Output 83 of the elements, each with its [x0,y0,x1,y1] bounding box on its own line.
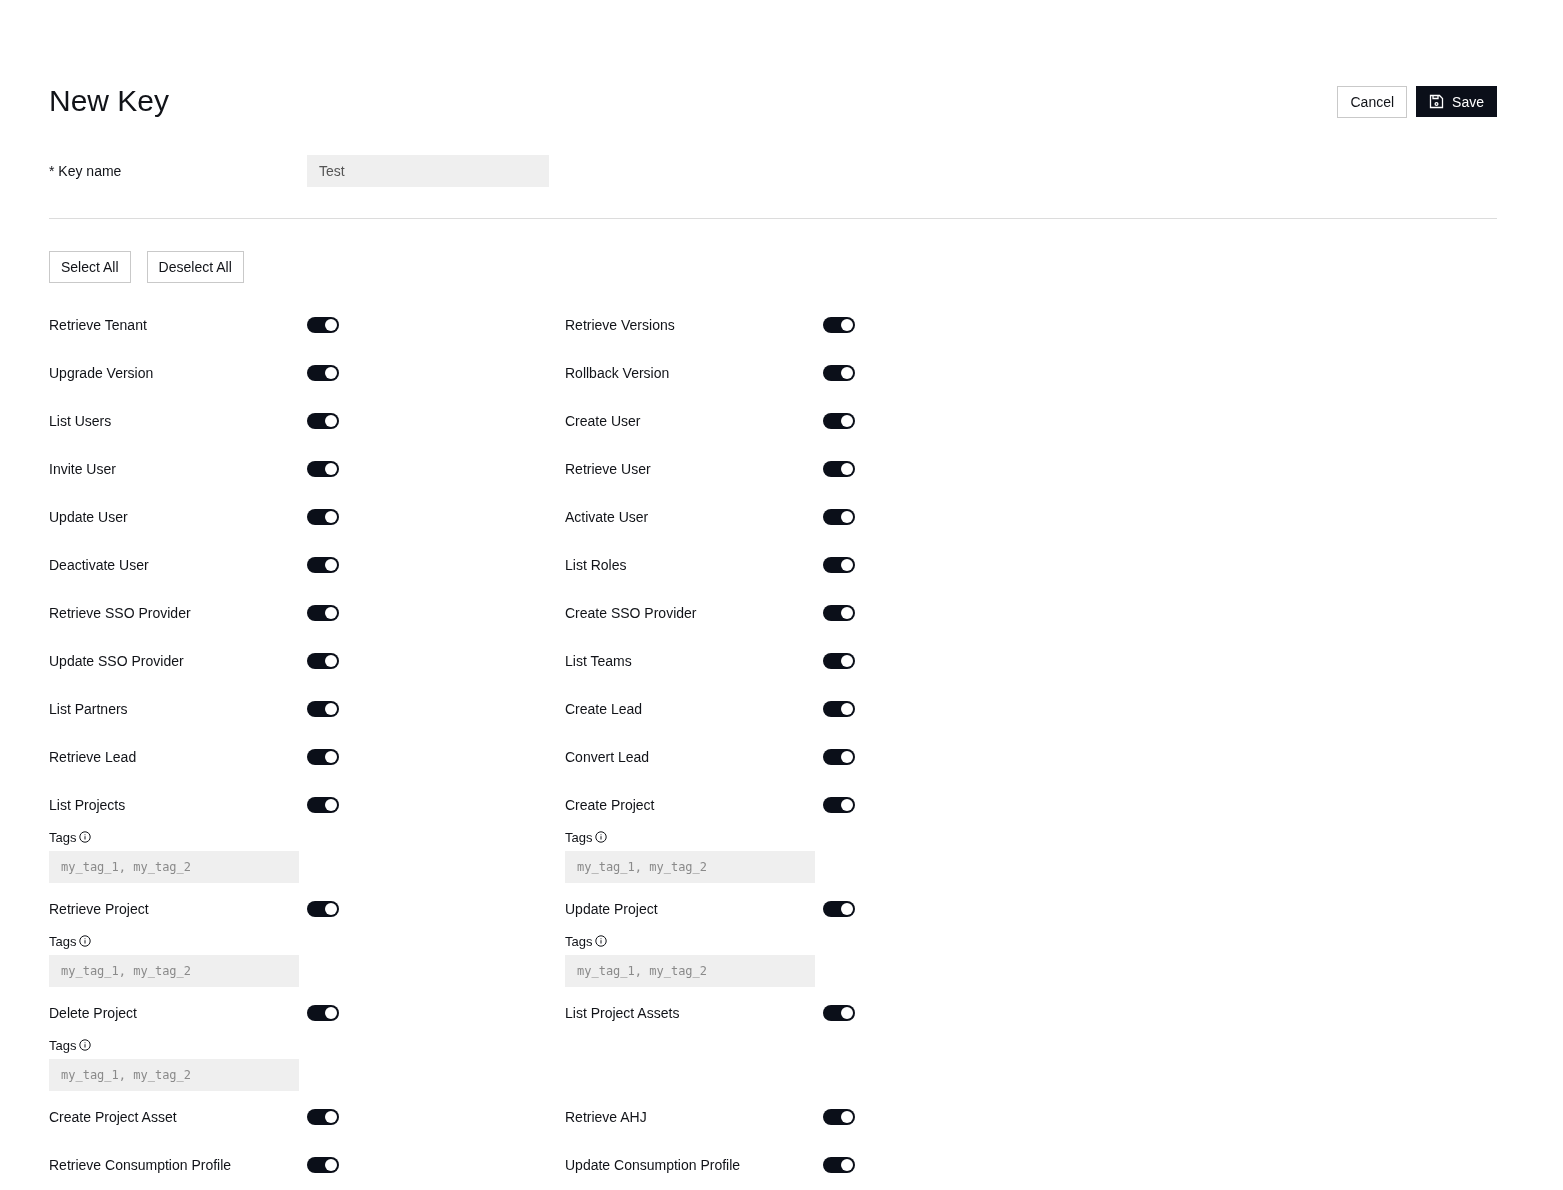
key-name-field[interactable]: Test [307,155,549,187]
tags-field[interactable]: my_tag_1, my_tag_2 [565,851,815,883]
toggle-switch[interactable] [307,1005,339,1021]
field-label: * Key name [49,163,123,179]
permission-label: Activate User [565,509,650,525]
toggle-switch[interactable] [307,901,339,917]
permission-label: Create User [565,413,642,429]
permission-label: Delete Project [49,1005,138,1021]
permission-label: List Partners [49,701,129,717]
tags-label: Tags [49,933,77,949]
tags-field[interactable]: my_tag_1, my_tag_2 [565,955,815,987]
toggle-switch[interactable] [307,701,339,717]
permission-label: Update Project [565,901,659,917]
save-icon [1429,94,1445,109]
save-button[interactable]: Save [1416,86,1497,117]
toggle-switch[interactable] [823,653,855,669]
permission-label: Retrieve SSO Provider [49,605,192,621]
cancel-button[interactable]: Cancel [1337,86,1408,118]
toggle-switch[interactable] [823,605,855,621]
toggle-switch[interactable] [307,749,339,765]
permission-label: List Projects [49,797,127,813]
tags-field[interactable]: my_tag_1, my_tag_2 [49,955,299,987]
toggle-switch[interactable] [307,509,339,525]
permission-label: List Roles [565,557,628,573]
permission-label: Retrieve User [565,461,652,477]
permission-label: Retrieve Tenant [49,317,148,333]
permission-label: Convert Lead [565,749,651,765]
permission-label: Retrieve AHJ [565,1109,648,1125]
toggle-switch[interactable] [823,701,855,717]
toggle-switch[interactable] [823,749,855,765]
permission-label: Deactivate User [49,557,150,573]
toggle-switch[interactable] [307,653,339,669]
permission-label: Rollback Version [565,365,671,381]
toggle-switch[interactable] [823,1005,855,1021]
permission-label: Update User [49,509,129,525]
tags-field[interactable]: my_tag_1, my_tag_2 [49,851,299,883]
toggle-switch[interactable] [823,461,855,477]
toggle-switch[interactable] [823,797,855,813]
permission-label: Create Project [565,797,656,813]
permission-label: Upgrade Version [49,365,155,381]
toggle-switch[interactable] [823,413,855,429]
toggle-switch[interactable] [823,557,855,573]
toggle-switch[interactable] [823,901,855,917]
toggle-switch[interactable] [823,317,855,333]
tags-label: Tags [49,1037,77,1053]
permission-label: Update SSO Provider [49,653,185,669]
info-icon [79,935,92,947]
toggle-switch[interactable] [307,797,339,813]
permission-label: Retrieve Versions [565,317,676,333]
toggle-switch[interactable] [823,1157,855,1173]
select-all-button[interactable]: Select All [49,251,131,283]
tags-label: Tags [565,933,593,949]
permission-label: Create SSO Provider [565,605,698,621]
toggle-switch[interactable] [307,365,339,381]
toggle-switch[interactable] [823,1109,855,1125]
info-icon [595,935,608,947]
permission-label: Retrieve Project [49,901,150,917]
permission-label: Invite User [49,461,117,477]
toggle-switch[interactable] [823,365,855,381]
toggle-switch[interactable] [307,1157,339,1173]
permission-label: Retrieve Lead [49,749,138,765]
toggle-switch[interactable] [823,509,855,525]
info-icon [79,1039,92,1051]
permission-label: Create Lead [565,701,644,717]
toggle-switch[interactable] [307,461,339,477]
toggle-switch[interactable] [307,1109,339,1125]
toggle-switch[interactable] [307,413,339,429]
info-icon [595,831,608,843]
permission-label: Create Project Asset [49,1109,178,1125]
permission-label: List Users [49,413,113,429]
toggle-switch[interactable] [307,317,339,333]
permission-label: List Teams [565,653,633,669]
tags-label: Tags [49,829,77,845]
tags-field[interactable]: my_tag_1, my_tag_2 [49,1059,299,1091]
tags-label: Tags [565,829,593,845]
toggle-switch[interactable] [307,605,339,621]
deselect-all-button[interactable]: Deselect All [146,251,244,283]
toggle-switch[interactable] [307,557,339,573]
permission-label: Retrieve Consumption Profile [49,1157,233,1173]
info-icon [79,831,92,843]
permission-label: Update Consumption Profile [565,1157,742,1173]
permission-label: List Project Assets [565,1005,681,1021]
page-title: New Key [49,84,170,118]
